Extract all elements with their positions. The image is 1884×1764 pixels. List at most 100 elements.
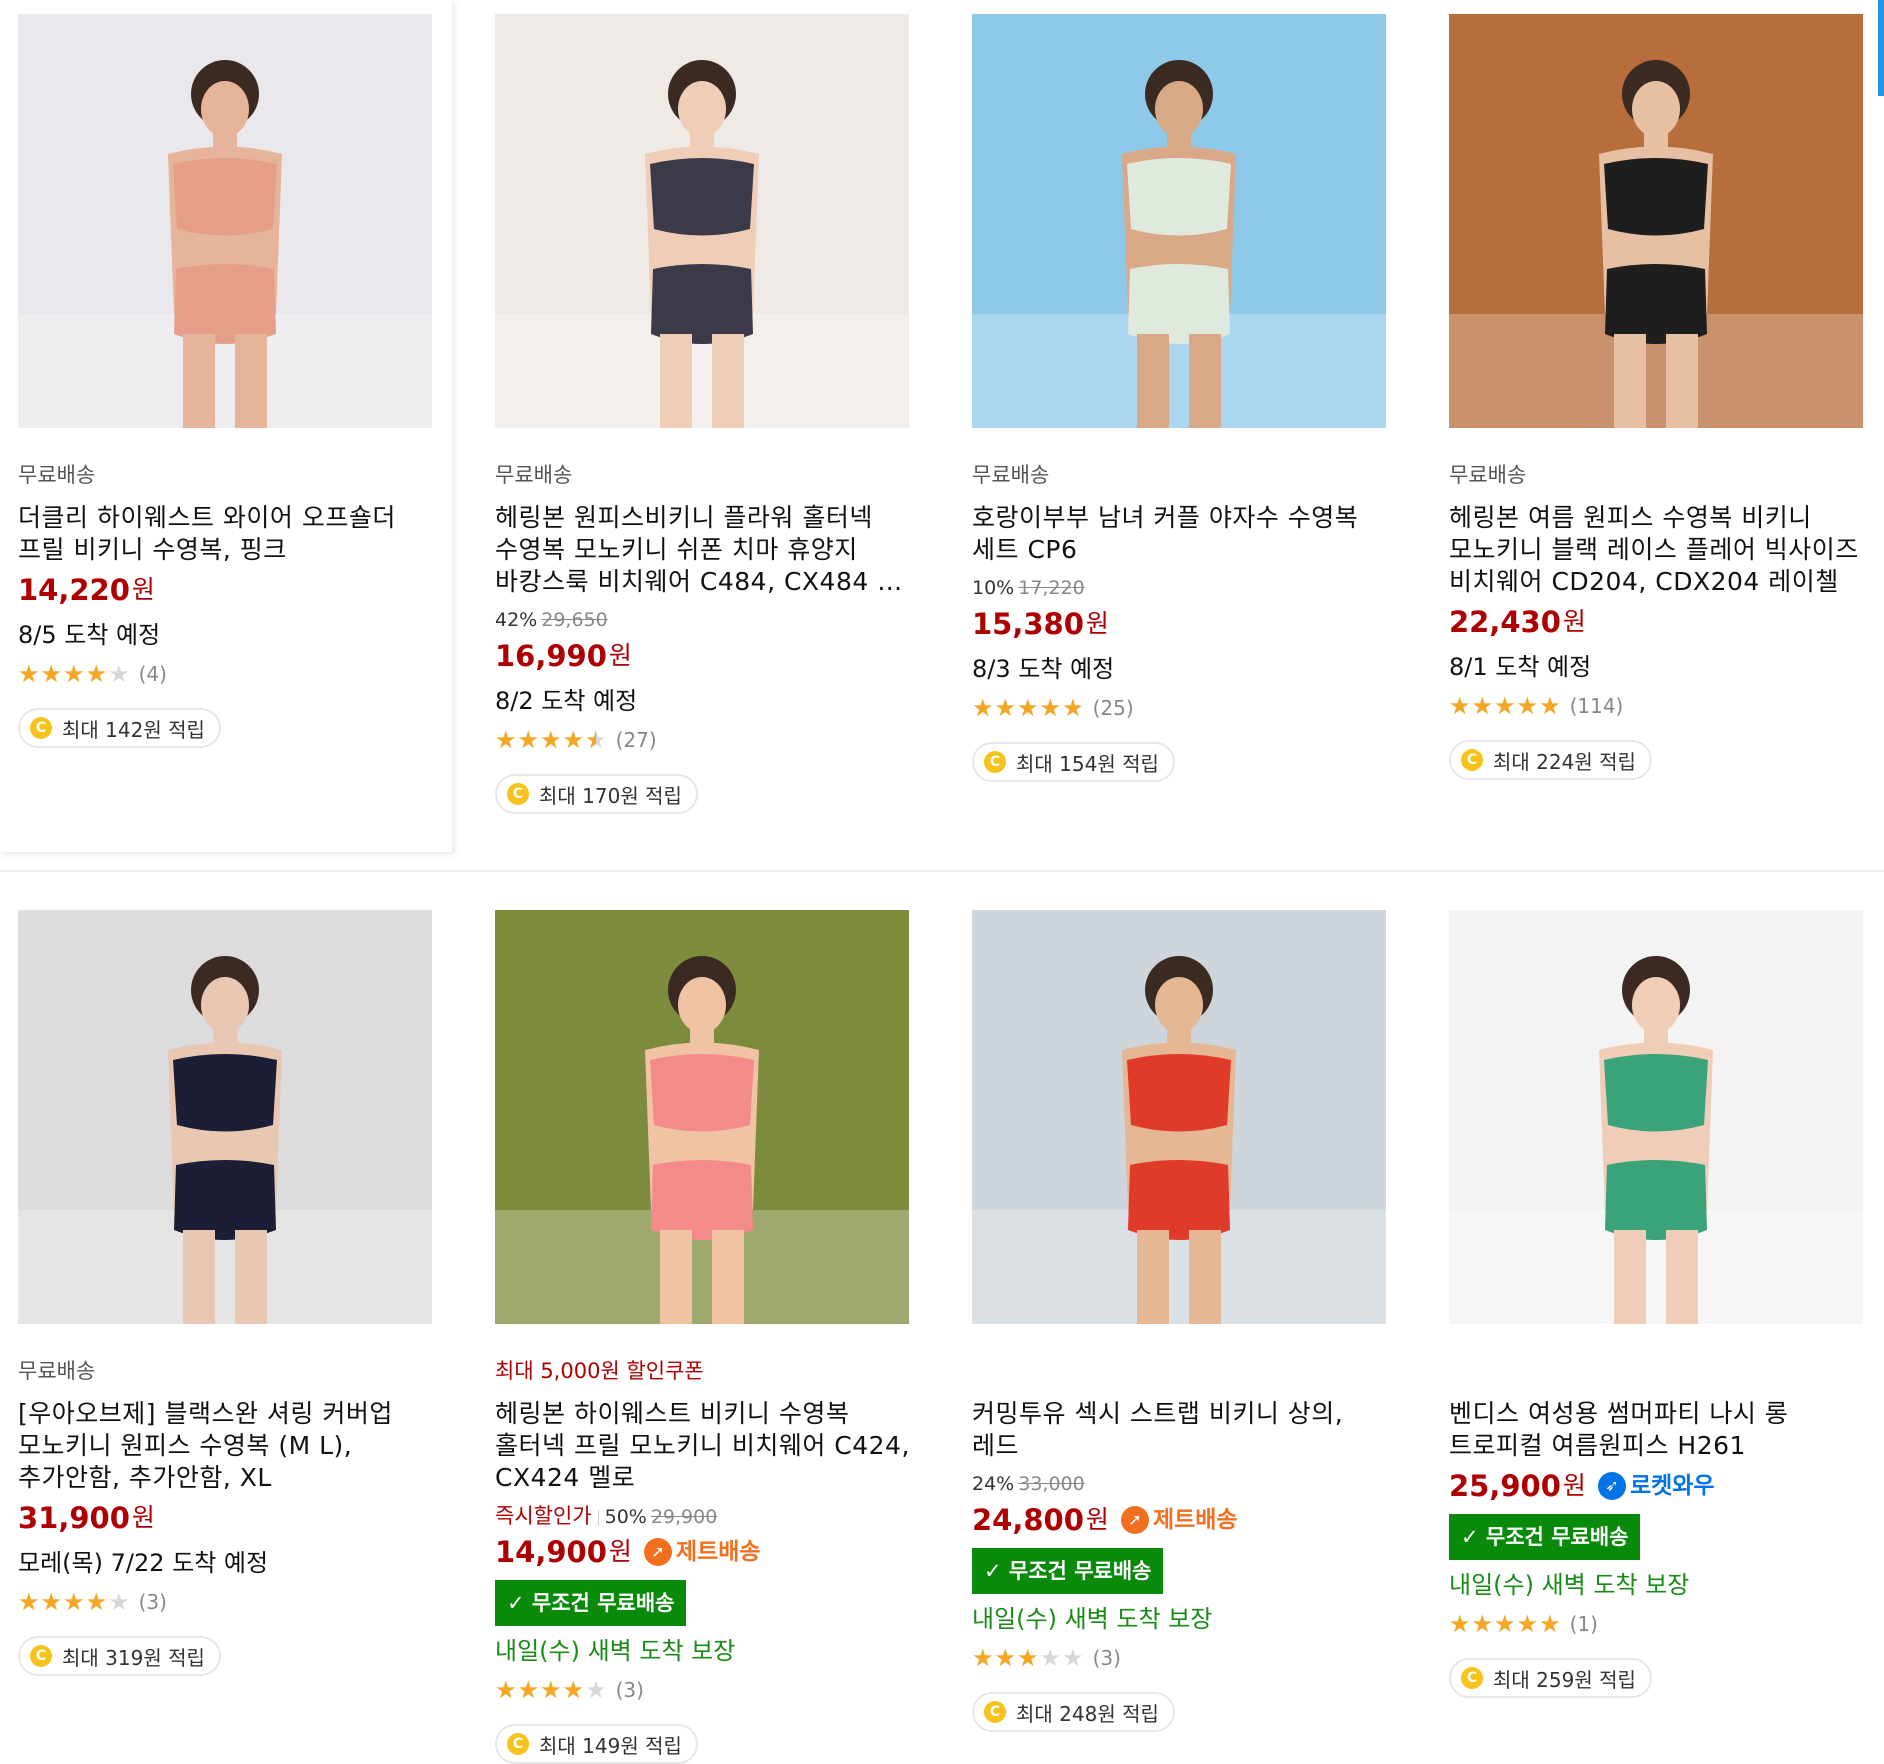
discount-rate: 10% [972,577,1015,599]
separator [597,1509,599,1526]
reward-label: 최대 224원 적립 [1493,749,1636,774]
reward-pill: C 최대 142원 적립 [18,708,221,748]
reward-label: 최대 319원 적립 [62,1645,205,1670]
sale-price: 14,220 [18,573,130,607]
star-rating: ★★★★★★★★★★ [1449,692,1562,720]
check-icon: ✓ [507,1591,532,1615]
coin-icon: C [507,783,529,805]
review-count[interactable]: (3) [616,1678,644,1702]
product-info: 무료배송 더클리 하이웨스트 와이어 오프숄더 프릴 비키니 수영복, 핑크 14,… [18,428,438,748]
star-icons-filled: ★★★★★ [495,1676,586,1704]
review-count[interactable]: (114) [1570,694,1624,718]
reward-pill: C 최대 319원 적립 [18,1636,221,1676]
rocket-wow-badge: ➶ 로켓와우 [1597,1466,1715,1506]
product-title[interactable]: 헤링본 원피스비키니 플라워 홀터넥 수영복 모노키니 쉬폰 치마 휴양지 바캉… [495,502,915,598]
product-card[interactable]: 무료배송 더클리 하이웨스트 와이어 오프숄더 프릴 비키니 수영복, 핑크 14,… [18,14,438,748]
product-title[interactable]: 더클리 하이웨스트 와이어 오프숄더 프릴 비키니 수영복, 핑크 [18,502,438,566]
star-icons-filled: ★★★★★ [495,726,596,754]
reward-label: 최대 170원 적립 [539,783,682,808]
currency-unit: 원 [1562,607,1586,636]
star-rating: ★★★★★★★★★★ [1449,1610,1562,1638]
product-title[interactable]: 헤링본 하이웨스트 비키니 수영복 홀터넥 프릴 모노키니 비치웨어 C424,… [495,1398,915,1494]
free-shipping-label: 무조건 무료배송 [1008,1559,1152,1583]
product-title[interactable]: 벤디스 여성용 썸머파티 나시 롱 트로피컬 여름원피스 H261 [1449,1398,1869,1462]
check-icon: ✓ [1461,1525,1486,1549]
coin-icon: C [30,1645,52,1667]
product-image[interactable] [495,14,909,428]
free-shipping-label: 무조건 무료배송 [1485,1525,1629,1549]
star-icons-filled: ★★★★★ [1449,1610,1562,1638]
original-price: 29,650 [541,609,608,631]
reward-pill: C 최대 224원 적립 [1449,740,1652,780]
price-row: 16,990 원 [495,636,915,676]
rating: ★★★★★★★★★★ (3) [495,1674,915,1706]
product-image[interactable] [18,14,432,428]
product-image[interactable] [1449,14,1863,428]
product-card[interactable]: 최대 5,000원 할인쿠폰 헤링본 하이웨스트 비키니 수영복 홀터넥 프릴 모… [495,910,915,1764]
product-title[interactable]: 호랑이부부 남녀 커플 야자수 수영복 세트 CP6 [972,502,1392,566]
delivery-estimate: 내일(수) 새벽 도착 보장 [495,1637,736,1665]
reward-label: 최대 248원 적립 [1016,1701,1159,1726]
price-row: 15,380 원 [972,604,1392,644]
discount-row: 42% 29,650 [495,608,915,632]
jet-delivery-badge: ➚ 제트배송 [643,1532,761,1572]
price-row: 31,900 원 [18,1498,438,1538]
instant-discount-label: 즉시할인가 [495,1504,592,1528]
product-title[interactable]: 커밍투유 섹시 스트랩 비키니 상의, 레드 [972,1398,1392,1462]
product-image[interactable] [972,14,1386,428]
tag-spacer [1449,1356,1869,1386]
scrollbar-thumb[interactable] [1878,0,1884,96]
star-rating: ★★★★★★★★★★ [18,1588,131,1616]
currency-unit: 원 [608,1537,632,1566]
product-card[interactable]: 벤디스 여성용 썸머파티 나시 롱 트로피컬 여름원피스 H261 25,900 원… [1449,910,1869,1698]
currency-unit: 원 [131,1503,155,1532]
product-card[interactable]: 무료배송 호랑이부부 남녀 커플 야자수 수영복 세트 CP6 10% 17,220 1… [972,14,1392,782]
star-icons-filled: ★★★★★ [1449,692,1562,720]
reward-pill: C 최대 154원 적립 [972,742,1175,782]
product-card[interactable]: 무료배송 [우아오브제] 블랙스완 셔링 커버업 모노키니 원피스 수영복 (M … [18,910,438,1676]
review-count[interactable]: (3) [1093,1646,1121,1670]
free-shipping-label: 무료배송 [495,463,573,487]
product-photo [1449,910,1863,1324]
product-photo [18,910,432,1324]
product-image[interactable] [1449,910,1863,1324]
product-image[interactable] [18,910,432,1324]
product-image[interactable] [972,910,1386,1324]
review-count[interactable]: (1) [1570,1612,1598,1636]
star-rating: ★★★★★★★★★★ [972,1644,1085,1672]
discount-row: 즉시할인가 50% 29,900 [495,1504,915,1528]
reward-label: 최대 142원 적립 [62,717,205,742]
price-row: 25,900 원 ➶ 로켓와우 [1449,1466,1869,1506]
product-image[interactable] [495,910,909,1324]
product-photo [18,14,432,428]
sale-price: 31,900 [18,1501,130,1535]
coin-icon: C [984,1701,1006,1723]
reward-pill: C 최대 170원 적립 [495,774,698,814]
product-card[interactable]: 무료배송 헤링본 여름 원피스 수영복 비키니 모노키니 블랙 레이스 플레어 빅… [1449,14,1869,780]
product-title[interactable]: [우아오브제] 블랙스완 셔링 커버업 모노키니 원피스 수영복 (M L), … [18,1398,438,1494]
product-info: 무료배송 헤링본 여름 원피스 수영복 비키니 모노키니 블랙 레이스 플레어 빅… [1449,428,1869,780]
product-photo [1449,14,1863,428]
rating: ★★★★★★★★★★ (3) [972,1642,1392,1674]
product-info: 커밍투유 섹시 스트랩 비키니 상의, 레드 24% 33,000 24,800 원 ➚ 제… [972,1324,1392,1732]
sale-price: 25,900 [1449,1469,1561,1503]
price-row: 14,220 원 [18,570,438,610]
product-info: 최대 5,000원 할인쿠폰 헤링본 하이웨스트 비키니 수영복 홀터넥 프릴 모… [495,1324,915,1764]
product-title[interactable]: 헤링본 여름 원피스 수영복 비키니 모노키니 블랙 레이스 플레어 빅사이즈 … [1449,502,1869,598]
original-price: 33,000 [1018,1473,1085,1495]
product-card[interactable]: 무료배송헤링본 원피스비키니 플라워 홀터넥 수영복 모노키니 쉬폰 치마 휴양… [495,14,915,814]
product-card[interactable]: 커밍투유 섹시 스트랩 비키니 상의, 레드 24% 33,000 24,800 원 ➚ 제… [972,910,1392,1732]
review-count[interactable]: (4) [139,662,167,686]
delivery-estimate: 8/3 도착 예정 [972,655,1115,683]
review-count[interactable]: (25) [1093,696,1134,720]
review-count[interactable]: (3) [139,1590,167,1614]
jet-icon: ➚ [1120,1506,1149,1534]
star-rating: ★★★★★★★★★★ [495,1676,608,1704]
product-info: 벤디스 여성용 썸머파티 나시 롱 트로피컬 여름원피스 H261 25,900 원… [1449,1324,1869,1698]
reward-label: 최대 259원 적립 [1493,1667,1636,1692]
sale-price: 24,800 [972,1503,1084,1537]
review-count[interactable]: (27) [616,728,657,752]
price-row: 14,900 원 ➚ 제트배송 [495,1532,915,1572]
free-shipping-badge: ✓ 무조건 무료배송 [495,1580,687,1626]
free-shipping-label: 무료배송 [18,1359,96,1383]
